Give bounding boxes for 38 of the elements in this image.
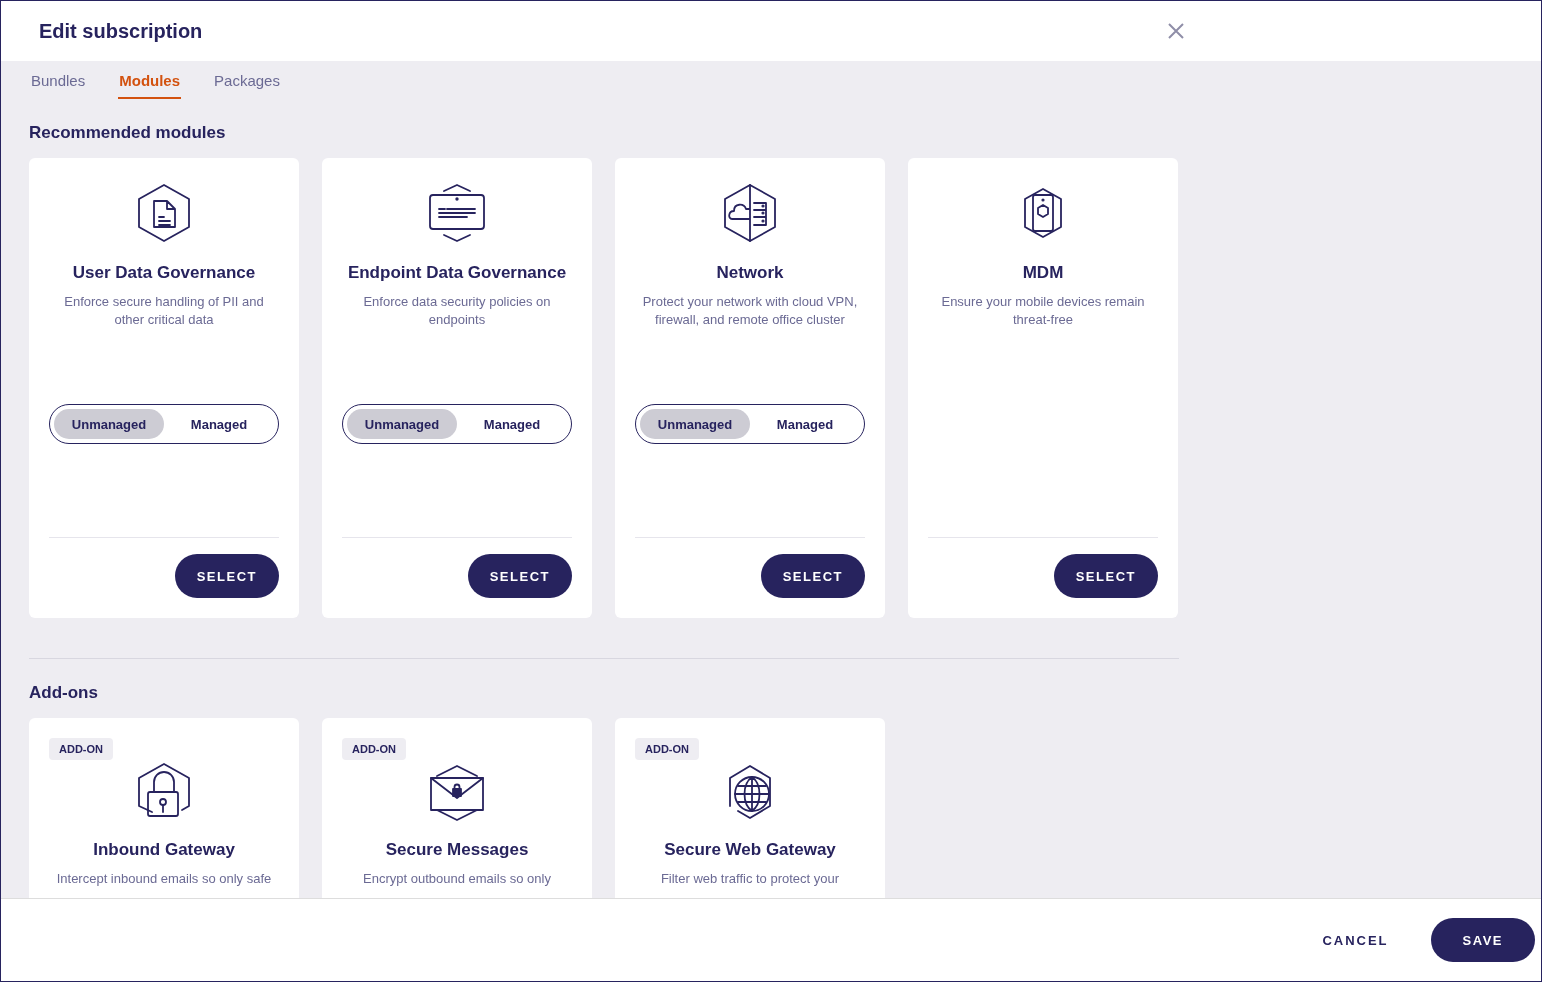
addon-name: Inbound Gateway <box>93 840 235 860</box>
addon-badge: ADD-ON <box>49 738 113 760</box>
section-heading: Add-ons <box>29 683 99 703</box>
toggle-option[interactable]: Unmanaged <box>347 409 457 439</box>
addon-badge: ADD-ON <box>342 738 406 760</box>
dialog-title: Edit subscription <box>39 19 203 43</box>
addon-description: Filter web traffic to protect your <box>660 870 840 888</box>
select-button[interactable]: SELECT <box>174 554 279 598</box>
toggle-option[interactable]: Managed <box>750 409 860 439</box>
select-button[interactable]: SELECT <box>1053 554 1158 598</box>
module-name: MDM <box>1022 263 1064 283</box>
addon-badge: ADD-ON <box>635 738 699 760</box>
module-description: Enforce secure handling of PII and other critical data <box>63 293 265 329</box>
cancel-button[interactable]: CANCEL <box>1316 931 1395 949</box>
toggle-option[interactable]: Unmanaged <box>640 409 750 439</box>
envelope-icon <box>427 762 487 822</box>
module-name: Endpoint Data Governance <box>347 263 567 283</box>
module-description: Ensure your mobile devices remain threat-free <box>940 293 1146 329</box>
toggle-option[interactable]: Managed <box>164 409 274 439</box>
tab[interactable]: Modules <box>118 72 182 99</box>
addon-name: Secure Messages <box>385 840 529 860</box>
monitor-icon <box>427 183 487 243</box>
toggle-option[interactable]: Unmanaged <box>54 409 164 439</box>
module-name: Network <box>716 263 784 283</box>
save-button[interactable]: SAVE <box>1430 918 1535 962</box>
module-description: Protect your network with cloud VPN, firewall, and remote office cluster <box>641 293 859 329</box>
addon-description: Intercept inbound emails so only safe <box>56 870 272 888</box>
section-heading: Recommended modules <box>29 123 227 143</box>
select-button[interactable]: SELECT <box>760 554 865 598</box>
module-name: User Data Governance <box>72 263 256 283</box>
toggle-option[interactable]: Managed <box>457 409 567 439</box>
module-description: Enforce data security policies on endpoints <box>362 293 552 329</box>
close-icon[interactable] <box>1166 21 1186 41</box>
select-button[interactable]: SELECT <box>467 554 572 598</box>
tab[interactable]: Packages <box>213 72 281 99</box>
addon-name: Secure Web Gateway <box>664 840 836 860</box>
tab[interactable]: Bundles <box>30 72 87 99</box>
addon-description: Encrypt outbound emails so only <box>363 870 551 888</box>
